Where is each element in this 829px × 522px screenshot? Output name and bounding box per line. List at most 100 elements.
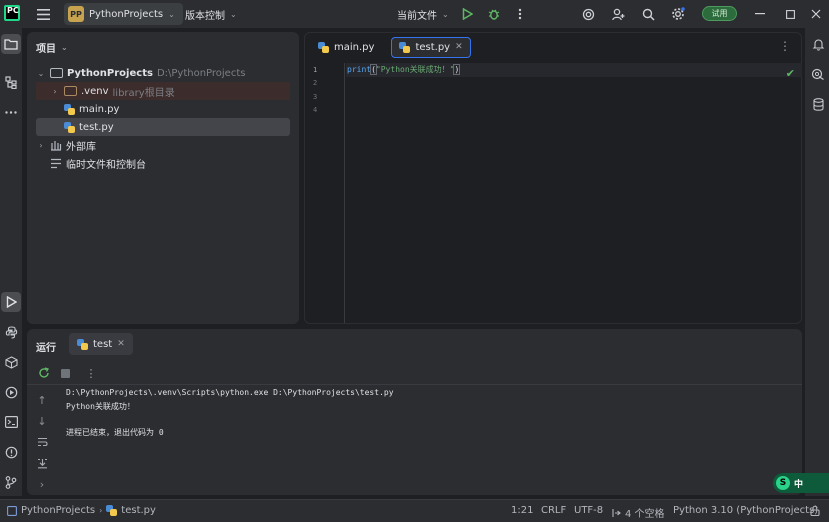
minimize-icon[interactable] <box>750 4 770 24</box>
close-tab-icon[interactable]: ✕ <box>117 339 125 349</box>
editor-tabs: main.py test.py ✕ <box>305 33 801 61</box>
main-menu-icon[interactable] <box>33 4 53 24</box>
pycharm-logo-icon: PC <box>4 5 20 21</box>
run-config-label: 当前文件 <box>397 10 437 22</box>
ai-chat-icon[interactable] <box>808 64 828 84</box>
debug-icon[interactable] <box>484 4 504 24</box>
collapse-arrow-icon[interactable]: › <box>50 87 60 96</box>
expand-arrow-icon[interactable]: ⌄ <box>36 69 46 78</box>
module-icon <box>7 505 17 516</box>
code-line[interactable]: print("Python关联成功！") <box>347 64 461 76</box>
stop-icon[interactable] <box>57 365 73 381</box>
title-bar: PC PP PythonProjects ⌄ 版本控制 ⌄ 当前文件 ⌄ 试用 <box>0 0 829 28</box>
tab-main-py[interactable]: main.py <box>311 37 381 58</box>
breadcrumb-separator-icon: › <box>99 506 103 515</box>
run-tab-label: test <box>93 338 113 350</box>
arrow-up-icon[interactable]: ↑ <box>34 392 50 408</box>
run-config-selector[interactable]: 当前文件 ⌄ <box>397 0 449 28</box>
project-switcher[interactable]: PP PythonProjects ⌄ <box>64 3 183 25</box>
tree-item-label: .venv <box>81 85 109 97</box>
tree-item-test-py[interactable]: test.py <box>36 118 290 136</box>
line-number: 2 <box>313 79 318 87</box>
code-string: "Python关联成功！" <box>375 65 455 74</box>
search-icon[interactable] <box>638 4 658 24</box>
arrow-down-icon[interactable]: ↓ <box>34 413 50 429</box>
run-tab-test[interactable]: test ✕ <box>69 333 133 355</box>
collapse-arrow-icon[interactable]: › <box>36 141 46 150</box>
read-only-lock-icon[interactable] <box>810 505 820 516</box>
more-icon[interactable]: ⋮ <box>83 365 99 381</box>
line-ending[interactable]: CRLF <box>541 505 566 516</box>
tree-item-scratches[interactable]: 临时文件和控制台 <box>36 154 290 172</box>
ime-logo: S <box>776 476 790 490</box>
folder-icon <box>64 86 77 96</box>
python-file-icon <box>64 121 75 133</box>
trial-badge[interactable]: 试用 <box>702 6 737 21</box>
more-icon[interactable] <box>510 4 530 24</box>
git-icon[interactable] <box>1 472 21 492</box>
tree-item-label: 临时文件和控制台 <box>66 159 146 171</box>
close-icon[interactable] <box>806 4 826 24</box>
database-icon[interactable] <box>808 94 828 114</box>
tab-label: main.py <box>334 41 375 53</box>
project-panel: 项目 ⌄ ⌄ PythonProjects D:\PythonProjects … <box>27 32 299 324</box>
code-function: print <box>347 65 372 74</box>
console-exit-line: 进程已结束，退出代码为 0 <box>66 428 164 437</box>
tab-label: test.py <box>415 41 451 53</box>
line-number: 3 <box>313 93 318 101</box>
project-tool-icon[interactable] <box>1 34 21 54</box>
line-number-gutter: 1 2 3 4 <box>305 63 345 323</box>
tab-test-py[interactable]: test.py ✕ <box>391 36 471 58</box>
expand-arrow-icon[interactable]: › <box>34 476 50 492</box>
ai-assistant-icon[interactable] <box>578 4 598 24</box>
maximize-icon[interactable] <box>780 4 800 24</box>
python-console-icon[interactable] <box>1 322 21 342</box>
services-icon[interactable] <box>1 382 21 402</box>
breadcrumb[interactable]: PythonProjects › test.py <box>7 505 156 516</box>
right-tool-strip <box>805 28 829 496</box>
scroll-to-end-icon[interactable] <box>34 455 50 471</box>
line-number: 4 <box>313 106 318 114</box>
vcs-label: 版本控制 <box>185 10 225 22</box>
tree-item-hint: library根目录 <box>112 87 175 99</box>
ime-indicator[interactable]: S 中 <box>773 473 829 493</box>
tree-item-label: test.py <box>79 121 114 133</box>
more-tools-icon[interactable] <box>1 102 21 122</box>
project-panel-header[interactable]: 项目 ⌄ <box>36 40 68 55</box>
indent-setting[interactable]: 4 个空格 <box>612 505 665 520</box>
python-packages-icon[interactable] <box>1 352 21 372</box>
close-tab-icon[interactable]: ✕ <box>455 42 463 52</box>
breadcrumb-project[interactable]: PythonProjects <box>21 505 95 516</box>
vcs-menu[interactable]: 版本控制 ⌄ <box>185 0 237 28</box>
no-problems-check-icon[interactable]: ✔ <box>786 67 795 80</box>
tree-item-external-libraries[interactable]: › 外部库 <box>36 136 290 154</box>
add-user-icon[interactable] <box>608 4 628 24</box>
python-file-icon <box>399 41 411 53</box>
rerun-icon[interactable] <box>36 365 52 381</box>
run-icon[interactable] <box>457 4 477 24</box>
tree-item-main-py[interactable]: main.py <box>36 100 290 118</box>
library-icon <box>51 140 62 151</box>
left-tool-strip <box>0 28 22 496</box>
breadcrumb-file[interactable]: test.py <box>121 505 156 516</box>
chevron-down-icon: ⌄ <box>442 9 449 19</box>
code-paren-close: ) <box>453 64 461 75</box>
terminal-icon[interactable] <box>1 412 21 432</box>
structure-tool-icon[interactable] <box>1 72 21 92</box>
tree-item-venv[interactable]: › .venv library根目录 <box>36 82 290 100</box>
caret-position[interactable]: 1:21 <box>511 505 533 516</box>
chevron-down-icon: ⌄ <box>61 43 68 52</box>
problems-icon[interactable] <box>1 442 21 462</box>
tree-item-project-root[interactable]: ⌄ PythonProjects D:\PythonProjects <box>36 64 290 82</box>
soft-wrap-icon[interactable] <box>34 434 50 450</box>
settings-gear-icon[interactable] <box>668 4 688 24</box>
notifications-icon[interactable] <box>808 34 828 54</box>
python-interpreter[interactable]: Python 3.10 (PythonProjects) <box>673 505 818 516</box>
console-command-line: D:\PythonProjects\.venv\Scripts\python.e… <box>66 388 394 397</box>
chevron-down-icon: ⌄ <box>230 9 237 19</box>
folder-icon <box>50 68 63 78</box>
run-tool-icon[interactable] <box>1 292 21 312</box>
tree-item-label: 外部库 <box>66 141 96 153</box>
editor-more-icon[interactable]: ⋮ <box>779 39 791 53</box>
file-encoding[interactable]: UTF-8 <box>574 505 603 516</box>
